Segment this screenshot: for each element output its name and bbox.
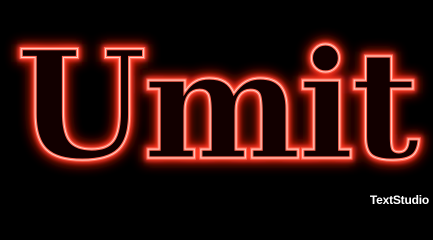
neon-logo: Umit Umit Umit Umit bbox=[12, 14, 429, 199]
logo-text: Umit bbox=[16, 18, 420, 194]
watermark-text: TextStudio bbox=[369, 193, 429, 207]
logo-canvas: Umit Umit Umit Umit TextStudio bbox=[0, 0, 433, 210]
